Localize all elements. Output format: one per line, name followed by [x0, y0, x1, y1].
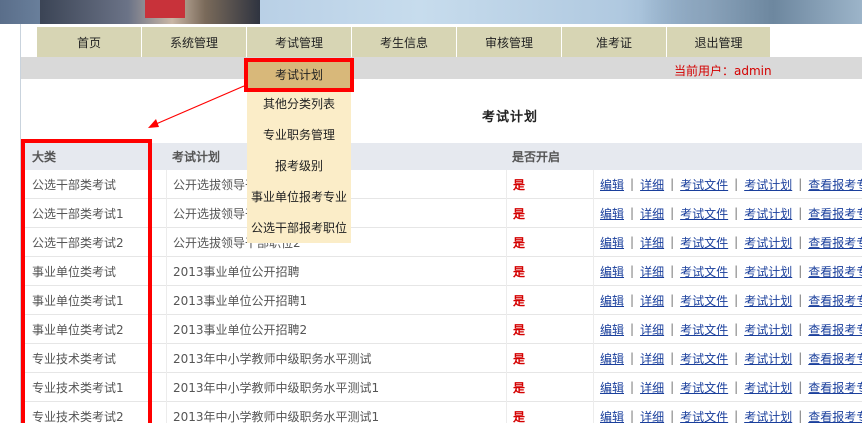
- annotation-arrow: [148, 85, 245, 128]
